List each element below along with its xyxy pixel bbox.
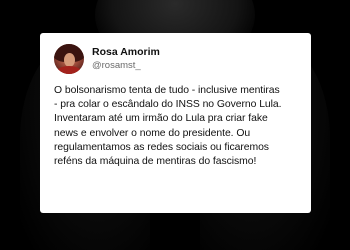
post-line: - pra colar o escândalo do INSS no Gover… — [54, 99, 282, 111]
post-line: Inventaram até um irmão do Lula pra cria… — [54, 113, 268, 125]
screenshot-stage: Rosa Amorim @rosamst_ O bolsonarismo ten… — [0, 0, 350, 250]
post-card: Rosa Amorim @rosamst_ O bolsonarismo ten… — [40, 33, 311, 213]
author-handle[interactable]: @rosamst_ — [92, 60, 160, 72]
avatar-face — [64, 53, 75, 67]
post-line: reféns da máquina de mentiras do fascism… — [54, 156, 257, 168]
author-text: Rosa Amorim @rosamst_ — [92, 46, 160, 72]
post-text: O bolsonarismo tenta de tudo - inclusive… — [54, 84, 299, 169]
post-line: regulamentamos as redes sociais ou ficar… — [54, 141, 269, 153]
avatar-shirt — [56, 66, 82, 74]
avatar[interactable] — [54, 44, 84, 74]
post-line: news e envolver o nome do presidente. Ou — [54, 127, 251, 139]
author-name[interactable]: Rosa Amorim — [92, 46, 160, 59]
post-author: Rosa Amorim @rosamst_ — [54, 43, 299, 75]
post-line: O bolsonarismo tenta de tudo - inclusive… — [54, 85, 280, 96]
